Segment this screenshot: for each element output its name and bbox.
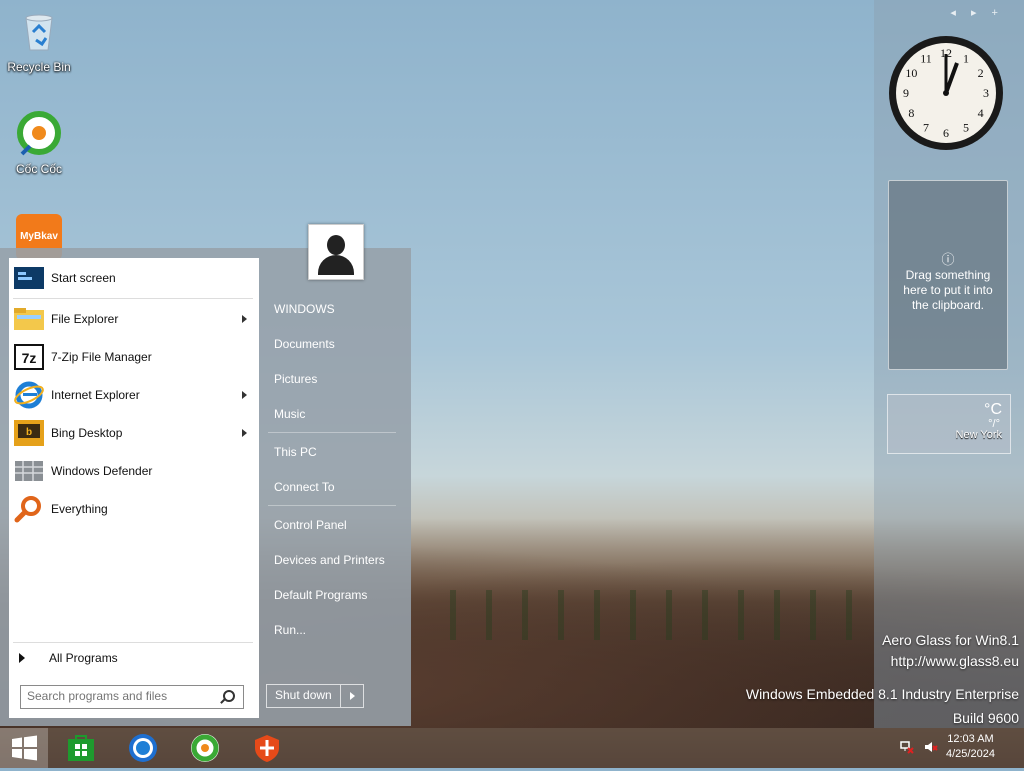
divider <box>13 642 253 643</box>
volume-muted-icon[interactable] <box>924 740 938 754</box>
clock-numeral: 2 <box>978 66 984 80</box>
program-label: Windows Defender <box>51 464 153 478</box>
submenu-arrow-icon[interactable] <box>242 391 247 399</box>
place-music[interactable]: Music <box>274 407 305 421</box>
7zip-icon: 7z <box>14 344 44 370</box>
shutdown-button[interactable]: Shut down <box>267 685 340 707</box>
bing-icon: b <box>14 420 44 446</box>
search-magnifier-icon <box>14 496 41 523</box>
sidebar-nav-arrows[interactable]: ◂ ▸ + <box>950 6 1004 19</box>
tray-time: 12:03 AM <box>947 733 994 745</box>
weather-range: °/° <box>988 418 1000 430</box>
info-icon: ⓘ <box>941 252 955 267</box>
search-input[interactable] <box>21 686 223 706</box>
program-file-explorer[interactable]: File Explorer <box>9 301 259 337</box>
program-label: Start screen <box>51 271 116 285</box>
recycle-bin-icon <box>25 14 53 51</box>
user-avatar[interactable] <box>308 224 364 280</box>
clock-numeral: 9 <box>903 86 909 100</box>
clock-numeral: 1 <box>963 51 969 65</box>
windows-logo-icon <box>12 735 37 761</box>
clock-numeral: 5 <box>963 121 969 135</box>
shutdown-options-arrow-icon[interactable] <box>339 685 363 707</box>
place-run[interactable]: Run... <box>274 623 306 637</box>
program-internet-explorer[interactable]: Internet Explorer <box>9 377 259 413</box>
clock-numeral: 11 <box>920 51 932 65</box>
coccoc-taskbar-icon[interactable] <box>190 733 220 763</box>
weather-unit: °C <box>984 401 1002 418</box>
svg-text:7z: 7z <box>22 350 37 366</box>
place-control-panel[interactable]: Control Panel <box>274 518 347 532</box>
watermark-line3: Windows Embedded 8.1 Industry Enterprise <box>745 686 1019 702</box>
program-label: 7-Zip File Manager <box>51 350 152 364</box>
start-programs-pane: Start screen File Explorer 7z 7-Zip File… <box>9 258 259 718</box>
clock-numeral: 10 <box>905 66 917 80</box>
clock-numeral: 7 <box>923 121 929 135</box>
clipboard-hint: Drag something here to put it into the c… <box>903 268 993 312</box>
desktop-icon-coccoc[interactable]: Cốc Cốc <box>4 110 74 176</box>
coccoc-icon <box>17 111 61 156</box>
watermark-line1: Aero Glass for Win8.1 <box>882 632 1019 648</box>
program-label: File Explorer <box>51 312 119 326</box>
submenu-arrow-icon[interactable] <box>242 429 247 437</box>
taskbar-clock[interactable]: 12:03 AM 4/25/2024 <box>946 732 995 762</box>
program-start-screen[interactable]: Start screen <box>9 260 259 296</box>
mybkav-icon-text: MyBkav <box>20 231 58 242</box>
store-icon[interactable] <box>66 733 96 763</box>
desktop-icon-label: Cốc Cốc <box>15 162 62 176</box>
windows-defender-icon <box>15 461 43 481</box>
desktop-icon-recycle-bin[interactable]: Recycle Bin <box>4 8 74 74</box>
svg-text:b: b <box>26 427 32 438</box>
program-label: Bing Desktop <box>51 426 123 440</box>
place-this-pc[interactable]: This PC <box>274 445 317 459</box>
program-bing-desktop[interactable]: b Bing Desktop <box>9 415 259 451</box>
submenu-arrow-icon[interactable] <box>242 315 247 323</box>
divider <box>268 432 396 433</box>
start-button[interactable] <box>0 728 48 768</box>
place-documents[interactable]: Documents <box>274 337 335 351</box>
search-icon[interactable] <box>223 690 235 702</box>
bkav-shield-icon[interactable] <box>252 733 282 763</box>
start-screen-icon <box>14 267 44 289</box>
all-programs-label: All Programs <box>49 651 118 665</box>
clock-numeral: 3 <box>983 86 989 100</box>
shutdown-control: Shut down <box>266 684 364 708</box>
taskbar: 12:03 AM 4/25/2024 <box>0 728 1024 768</box>
clock-numeral: 6 <box>943 126 949 140</box>
program-7zip[interactable]: 7z 7-Zip File Manager <box>9 339 259 375</box>
clipboard-gadget[interactable]: ⓘ Drag something here to put it into the… <box>888 180 1008 370</box>
network-disconnected-icon[interactable] <box>900 740 914 754</box>
internet-explorer-icon <box>14 381 44 409</box>
clock-numeral: 8 <box>908 106 914 120</box>
start-search-box[interactable] <box>20 685 244 709</box>
divider <box>13 298 253 299</box>
place-default-programs[interactable]: Default Programs <box>274 588 367 602</box>
weather-gadget[interactable]: °C °/° New York <box>887 394 1011 454</box>
clock-gadget[interactable]: 12 1234567891011 <box>887 34 1005 152</box>
wallpaper-palms <box>420 590 880 640</box>
watermark-line4: Build 9600 <box>952 710 1019 726</box>
place-connect-to[interactable]: Connect To <box>274 480 335 494</box>
desktop-icon-label: Recycle Bin <box>7 60 71 74</box>
folder-icon <box>14 308 44 330</box>
start-menu: Start screen File Explorer 7z 7-Zip File… <box>0 224 411 726</box>
all-programs-arrow-icon <box>19 653 25 663</box>
place-windows-user[interactable]: WINDOWS <box>274 302 335 316</box>
all-programs-button[interactable]: All Programs <box>19 648 118 668</box>
place-devices-printers[interactable]: Devices and Printers <box>274 553 385 567</box>
clock-numeral: 4 <box>978 106 984 120</box>
program-label: Internet Explorer <box>51 388 140 402</box>
program-label: Everything <box>51 502 108 516</box>
tray-date: 4/25/2024 <box>946 748 995 760</box>
divider <box>268 505 396 506</box>
program-windows-defender[interactable]: Windows Defender <box>9 453 259 489</box>
weather-city: New York <box>955 429 1002 441</box>
watermark-line2: http://www.glass8.eu <box>890 653 1019 669</box>
chrome-icon[interactable] <box>128 733 158 763</box>
place-pictures[interactable]: Pictures <box>274 372 317 386</box>
program-everything[interactable]: Everything <box>9 491 259 527</box>
